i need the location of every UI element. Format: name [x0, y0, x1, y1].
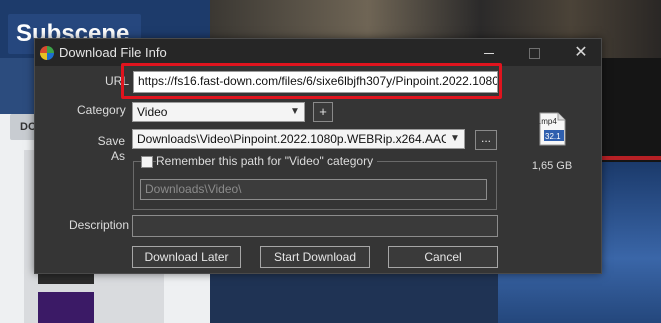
- app-logo-icon: [40, 46, 54, 60]
- remember-path-checkbox[interactable]: [141, 156, 153, 168]
- save-as-value: Downloads\Video\Pinpoint.2022.1080p.WEBR…: [137, 132, 465, 146]
- maximize-icon: [528, 47, 540, 59]
- maximize-button: [516, 39, 552, 66]
- description-label: Description: [69, 218, 130, 232]
- download-later-button[interactable]: Download Later: [132, 246, 241, 268]
- minimize-button[interactable]: [471, 39, 507, 66]
- url-highlight-box: [121, 63, 502, 99]
- start-download-button[interactable]: Start Download: [260, 246, 370, 268]
- save-as-label: Save As: [97, 134, 125, 163]
- mp4-file-icon: .mp4 32.1: [539, 112, 566, 146]
- browse-button[interactable]: ...: [475, 130, 497, 150]
- category-label: Category: [77, 103, 126, 117]
- background-accent-line: [601, 156, 661, 160]
- save-as-select[interactable]: Downloads\Video\Pinpoint.2022.1080p.WEBR…: [132, 129, 465, 149]
- background-dark-area: [601, 58, 661, 166]
- chevron-down-icon[interactable]: ▼: [286, 103, 304, 121]
- background-thumbnail[interactable]: [38, 292, 94, 323]
- title-bar[interactable]: Download File Info ✕: [35, 39, 601, 66]
- cancel-button[interactable]: Cancel: [388, 246, 498, 268]
- description-field[interactable]: [132, 215, 498, 237]
- remember-path-field: Downloads\Video\: [140, 179, 487, 200]
- file-size: 1,65 GB: [531, 160, 573, 172]
- minimize-icon: [484, 52, 494, 54]
- download-file-info-dialog: Download File Info ✕ URL https://fs16.fa…: [34, 38, 602, 274]
- category-select[interactable]: Video ▼: [132, 102, 305, 122]
- chevron-down-icon[interactable]: ▼: [446, 130, 464, 148]
- close-button[interactable]: ✕: [563, 39, 599, 66]
- file-type-label: .mp4: [539, 117, 557, 126]
- remember-path-label[interactable]: Remember this path for "Video" category: [156, 154, 378, 169]
- category-value: Video: [137, 105, 168, 119]
- add-category-button[interactable]: +: [313, 102, 333, 122]
- dialog-title: Download File Info: [59, 45, 167, 60]
- file-badge-label: 32.1: [545, 132, 561, 141]
